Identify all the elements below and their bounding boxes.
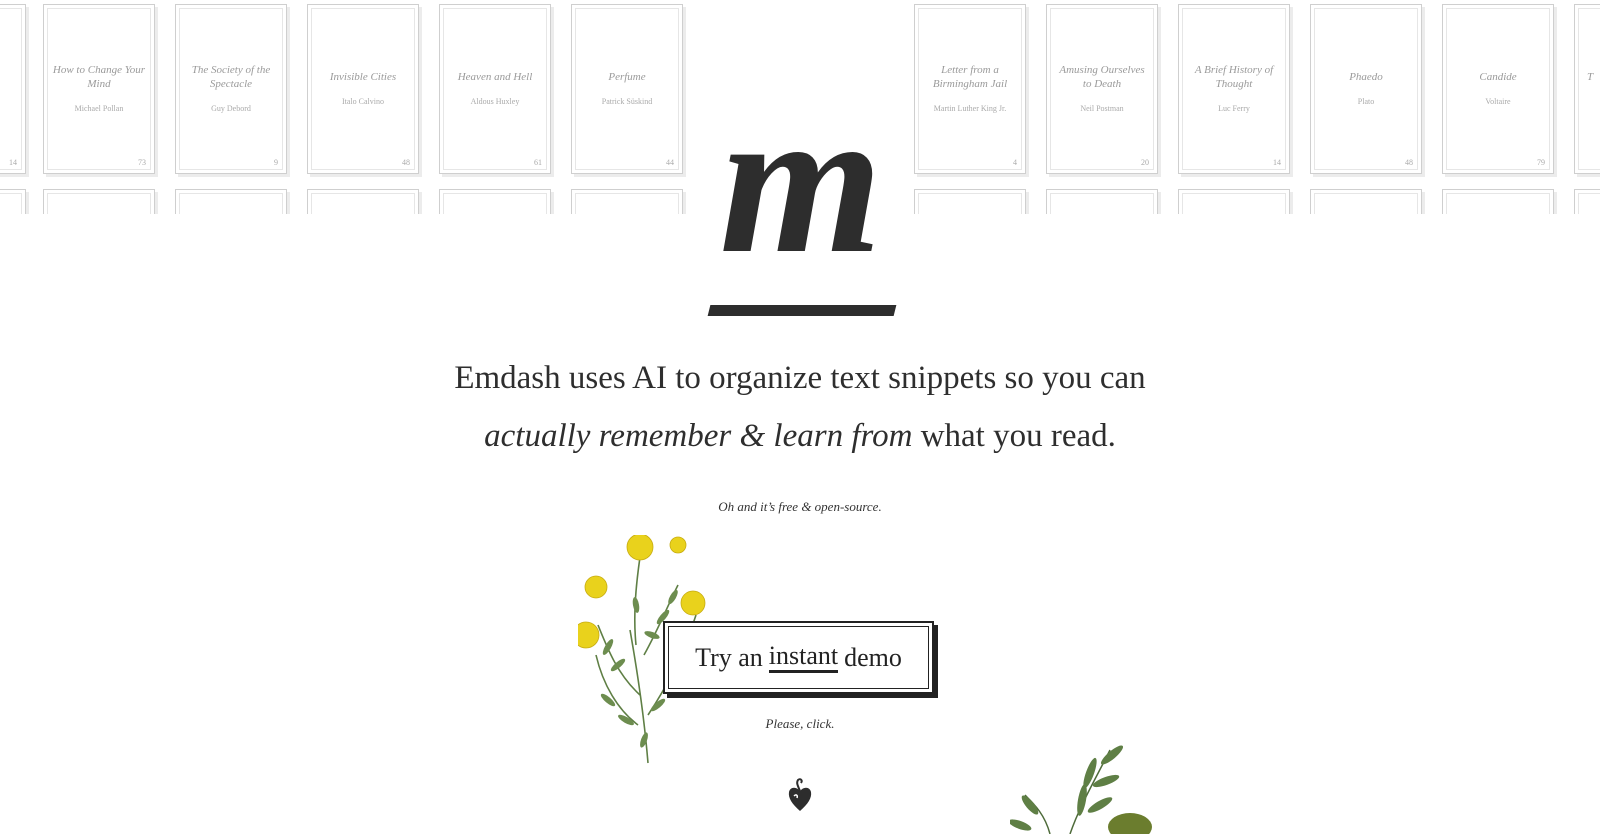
book-author: Michael Pollan [74,104,124,113]
book-card[interactable] [1046,189,1158,214]
logo-dash [707,305,897,316]
headline-rest: what you read. [920,418,1116,454]
book-author: Luc Ferry [1218,104,1250,113]
book-title: The Society of the Spectacle [191,64,271,90]
book-card[interactable]: Invisible Cities Italo Calvino 48 [307,4,419,174]
book-number: 79 [1537,158,1545,167]
book-title: Heaven and Hell [457,71,533,83]
book-title: How to Change Your Mind [52,64,146,90]
book-card[interactable]: How to Change Your Mind Michael Pollan 7… [43,4,155,174]
book-number: 14 [9,158,17,167]
book-title: Amusing Ourselves to Death [1059,64,1145,90]
book-card[interactable]: A Brief History of Thought Luc Ferry 14 [1178,4,1290,174]
book-author: Aldous Huxley [470,97,520,106]
cta-text-underlined: instant [768,642,839,673]
olive-branch-illustration [1010,745,1152,834]
cta-text-pre: Try an [695,642,763,672]
book-card[interactable] [175,189,287,214]
book-title: Letter from a Birmingham Jail [932,64,1008,90]
book-card[interactable]: 14 [0,4,26,174]
free-open-source-note: Oh and it’s free & open-source. [718,499,882,514]
book-card[interactable]: T [1574,4,1600,174]
book-author: Martin Luther King Jr. [933,104,1007,113]
book-author: Guy Debord [211,104,251,113]
book-number: 20 [1141,158,1149,167]
try-instant-demo-button[interactable]: Try an instant demo [663,621,934,694]
book-title: Candide [1479,71,1517,83]
book-card[interactable]: Letter from a Birmingham Jail Martin Lut… [914,4,1026,174]
headline-emphasis: actually remember & learn from [484,418,913,454]
book-card[interactable] [1574,189,1600,214]
book-number: 9 [274,158,278,167]
book-number: 44 [666,158,674,167]
book-card[interactable]: Perfume Patrick Süskind 44 [571,4,683,174]
book-author: Patrick Süskind [601,97,653,106]
cta-text-post: demo [844,642,902,672]
book-number: 73 [138,158,146,167]
book-title: Invisible Cities [329,71,397,83]
book-number: 61 [534,158,542,167]
book-number: 48 [402,158,410,167]
book-card[interactable]: Candide Voltaire 79 [1442,4,1554,174]
book-card[interactable] [439,189,551,214]
book-card[interactable] [43,189,155,214]
book-number: 14 [1273,158,1281,167]
book-card[interactable] [571,189,683,214]
headline-line-2: actually remember & learn from what you … [300,418,1300,455]
book-card[interactable]: The Society of the Spectacle Guy Debord … [175,4,287,174]
book-number: 48 [1405,158,1413,167]
emdash-logo: m [719,65,882,297]
book-title: Perfume [608,71,646,83]
book-card[interactable] [0,189,26,214]
heart-ornament-icon [788,778,812,811]
book-card[interactable] [1310,189,1422,214]
book-card[interactable] [1178,189,1290,214]
book-card[interactable]: Phaedo Plato 48 [1310,4,1422,174]
book-card[interactable] [1442,189,1554,214]
book-author: Voltaire [1485,97,1511,106]
book-author: Plato [1357,97,1375,106]
book-card[interactable]: Heaven and Hell Aldous Huxley 61 [439,4,551,174]
please-click-note: Please, click. [765,716,835,731]
book-number: 4 [1013,158,1017,167]
headline-line-1: Emdash uses AI to organize text snippets… [454,360,1146,396]
book-author: Neil Postman [1080,104,1124,113]
book-author: Italo Calvino [342,97,384,106]
book-card[interactable] [307,189,419,214]
book-title: Phaedo [1349,71,1383,83]
book-title: A Brief History of Thought [1194,64,1274,90]
book-card[interactable]: Amusing Ourselves to Death Neil Postman … [1046,4,1158,174]
book-title: T [1587,71,1594,83]
book-card[interactable] [914,189,1026,214]
